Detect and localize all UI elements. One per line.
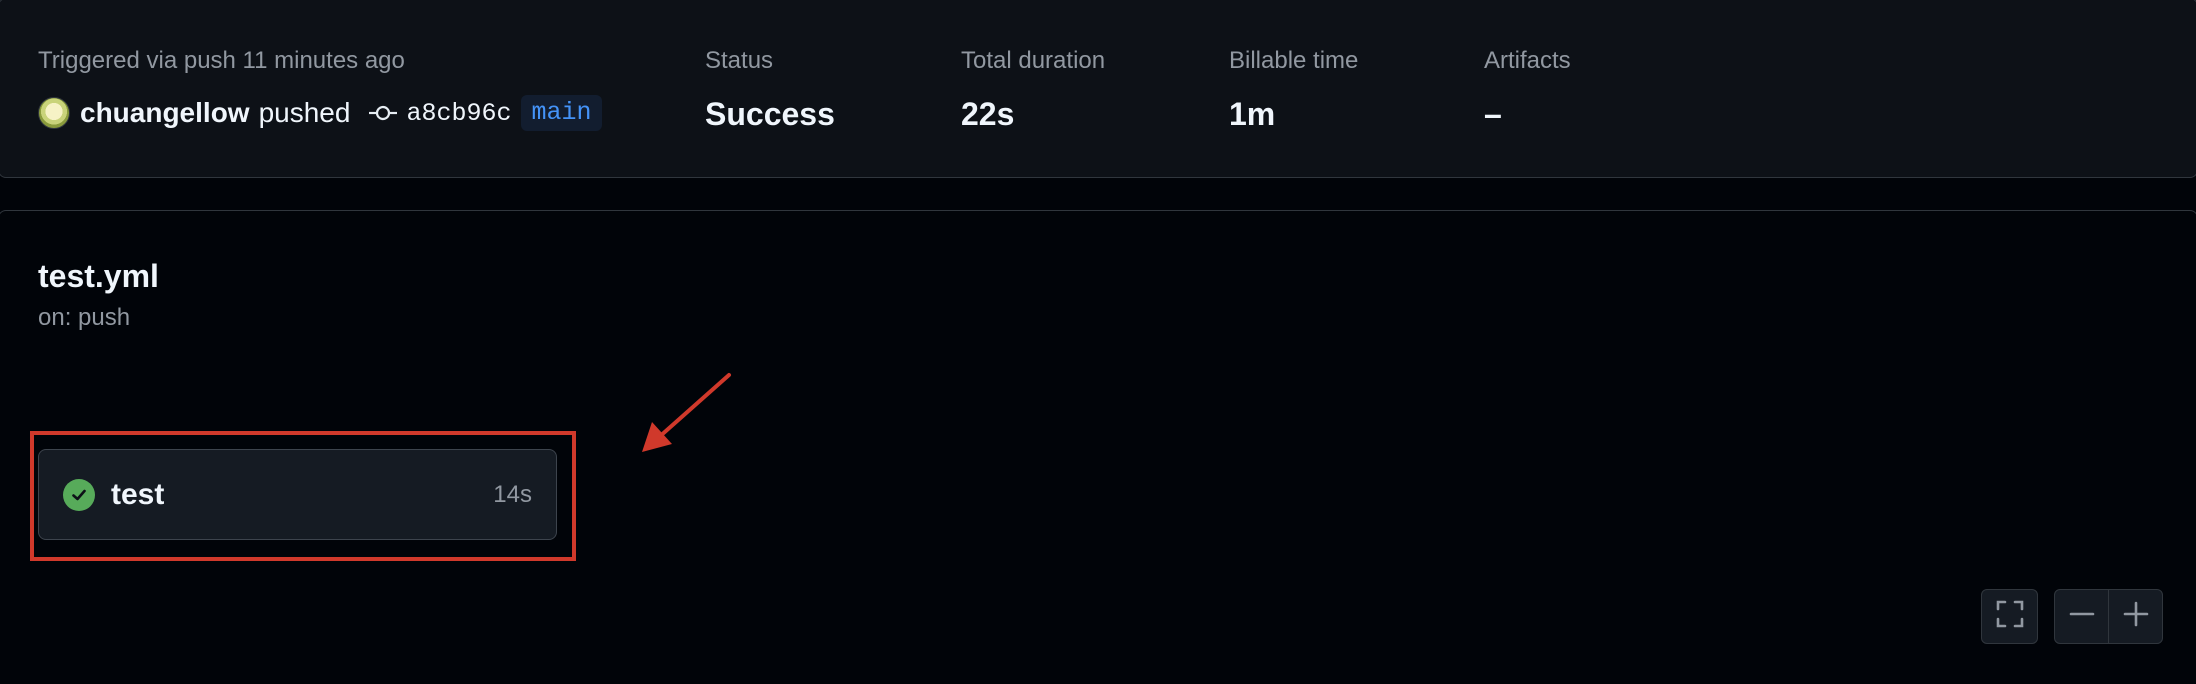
duration-stat: Total duration 22s [961,46,1105,134]
commit-sha-link[interactable]: a8cb96c [406,99,511,128]
artifacts-stat: Artifacts – [1484,46,1571,134]
push-details: chuangellow pushed a8cb96c main [38,93,602,133]
zoom-controls [2054,589,2163,644]
status-value: Success [705,96,835,132]
user-link[interactable]: chuangellow [80,97,250,129]
duration-label: Total duration [961,47,1106,74]
plus-icon [2123,601,2149,632]
trigger-text: Triggered via push 11 minutes ago [38,47,405,74]
billable-value: 1m [1229,96,1276,132]
job-duration: 14s [493,480,532,508]
check-circle-icon [63,478,95,511]
fullscreen-button[interactable] [1981,589,2038,644]
workflow-graph [0,210,2196,684]
fullscreen-icon [1995,599,2025,634]
workflow-trigger: on: push [38,304,131,331]
git-commit-icon [368,103,398,123]
zoom-out-button[interactable] [2055,590,2108,643]
billable-label: Billable time [1229,47,1359,74]
job-name: test [111,477,165,511]
status-label: Status [705,47,774,74]
avatar[interactable] [38,97,70,129]
branch-badge[interactable]: main [521,95,602,131]
artifacts-value: – [1484,96,1502,132]
push-action-text: pushed [258,97,351,128]
duration-value: 22s [961,96,1015,132]
status-stat: Status Success [705,46,835,134]
annotation-arrow-icon [636,370,736,475]
workflow-file-name: test.yml [38,258,159,294]
trigger-info: Triggered via push 11 minutes ago [38,46,405,76]
billable-stat: Billable time 1m [1229,46,1358,134]
zoom-in-button[interactable] [2108,590,2162,643]
artifacts-label: Artifacts [1484,47,1571,74]
minus-icon [2069,601,2095,632]
job-card-test[interactable]: test 14s [38,449,557,540]
